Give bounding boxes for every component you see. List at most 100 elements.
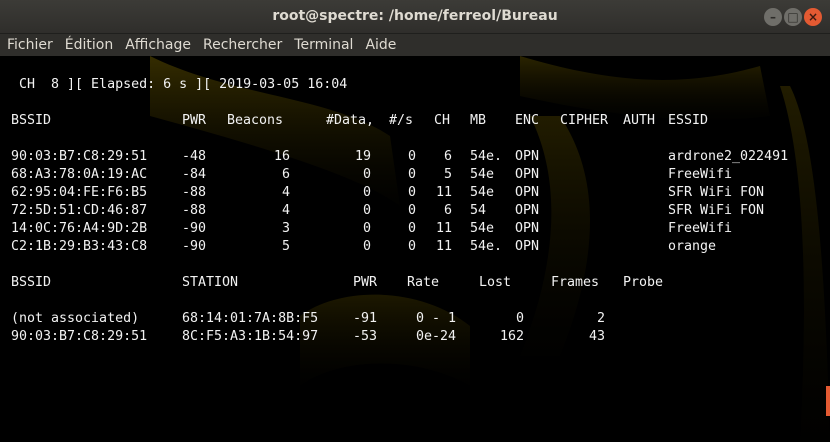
station-lost: 0 xyxy=(515,311,524,326)
title-bar[interactable]: root@spectre: /home/ferreol/Bureau – □ × xyxy=(0,0,830,34)
ap-ch: 5 xyxy=(443,167,452,182)
ap-per-s: 0 xyxy=(407,167,416,182)
ap-bssid: 72:5D:51:CD:46:87 xyxy=(11,203,148,218)
station-rate: 0e-24 xyxy=(416,329,457,344)
menu-aide[interactable]: Aide xyxy=(365,37,396,53)
terminal-window: root@spectre: /home/ferreol/Bureau – □ ×… xyxy=(0,0,830,442)
station-pwr: -91 xyxy=(353,311,378,326)
menu-terminal[interactable]: Terminal xyxy=(294,37,353,53)
ap-per-s: 0 xyxy=(407,221,416,236)
ap-pwr: -88 xyxy=(182,185,207,200)
ap-mb: 54 xyxy=(470,203,487,218)
station-header-bssid: BSSID xyxy=(11,275,52,290)
ap-per-s: 0 xyxy=(407,149,416,164)
ap-data: 0 xyxy=(362,167,371,182)
ap-header-essid: ESSID xyxy=(668,113,709,128)
ap-essid: SFR WiFi FON xyxy=(668,185,765,200)
close-button[interactable]: × xyxy=(804,8,822,26)
terminal-output[interactable]: CH 8 ][ Elapsed: 6 s ][ 2019-03-05 16:04… xyxy=(0,56,830,442)
ap-per-s: 0 xyxy=(407,203,416,218)
ap-per-s: 0 xyxy=(407,185,416,200)
station-bssid: 90:03:B7:C8:29:51 xyxy=(11,329,148,344)
station-pwr: -53 xyxy=(353,329,378,344)
ap-data: 19 xyxy=(354,149,371,164)
station-mac: 8C:F5:A3:1B:54:97 xyxy=(182,329,319,344)
ap-mb: 54e xyxy=(470,167,495,182)
menu-rechercher[interactable]: Rechercher xyxy=(203,37,282,53)
ap-header-per-s: #/s xyxy=(389,113,414,128)
ap-essid: FreeWifi xyxy=(668,167,733,182)
ap-ch: 11 xyxy=(435,185,452,200)
ap-mb: 54e xyxy=(470,221,495,236)
ap-essid: ardrone2_022491 xyxy=(668,149,789,164)
ap-ch: 11 xyxy=(435,239,452,254)
ap-header-pwr: PWR xyxy=(182,113,207,128)
menu-bar: Fichier Édition Affichage Rechercher Ter… xyxy=(0,34,830,56)
station-rate: 0 - 1 xyxy=(416,311,457,326)
minimize-button[interactable]: – xyxy=(764,8,782,26)
station-frames: 2 xyxy=(596,311,605,326)
ap-bssid: 68:A3:78:0A:19:AC xyxy=(11,167,148,182)
station-header-probe: Probe xyxy=(623,275,664,290)
ap-bssid: 62:95:04:FE:F6:B5 xyxy=(11,185,148,200)
maximize-button[interactable]: □ xyxy=(784,8,802,26)
ap-mb: 54e xyxy=(470,185,495,200)
ap-bssid: 90:03:B7:C8:29:51 xyxy=(11,149,148,164)
station-frames: 43 xyxy=(588,329,605,344)
ap-pwr: -90 xyxy=(182,239,207,254)
ap-pwr: -48 xyxy=(182,149,207,164)
ap-beacons: 3 xyxy=(281,221,290,236)
menu-fichier[interactable]: Fichier xyxy=(7,37,53,53)
ap-beacons: 5 xyxy=(281,239,290,254)
ap-ch: 11 xyxy=(435,221,452,236)
ap-header-auth: AUTH xyxy=(623,113,656,128)
station-mac: 68:14:01:7A:8B:F5 xyxy=(182,311,319,326)
ap-enc: OPN xyxy=(515,185,540,200)
station-header-station: STATION xyxy=(182,275,239,290)
ap-header-ch: CH xyxy=(434,113,451,128)
ap-enc: OPN xyxy=(515,221,540,236)
ap-pwr: -84 xyxy=(182,167,207,182)
ap-per-s: 0 xyxy=(407,239,416,254)
station-header-pwr: PWR xyxy=(353,275,378,290)
ap-ch: 6 xyxy=(443,149,452,164)
ap-essid: SFR WiFi FON xyxy=(668,203,765,218)
ap-pwr: -90 xyxy=(182,221,207,236)
ap-data: 0 xyxy=(362,185,371,200)
ap-data: 0 xyxy=(362,239,371,254)
menu-affichage[interactable]: Affichage xyxy=(125,37,191,53)
station-header-lost: Lost xyxy=(479,275,512,290)
ap-enc: OPN xyxy=(515,203,540,218)
station-header-rate: Rate xyxy=(407,275,440,290)
ap-header-data: #Data, xyxy=(326,113,375,128)
ap-bssid: 14:0C:76:A4:9D:2B xyxy=(11,221,148,236)
ap-enc: OPN xyxy=(515,149,540,164)
ap-data: 0 xyxy=(362,221,371,236)
scrollbar-marker[interactable] xyxy=(826,386,830,416)
ap-pwr: -88 xyxy=(182,203,207,218)
ap-header-cipher: CIPHER xyxy=(560,113,609,128)
ap-header-beacons: Beacons xyxy=(227,113,284,128)
ap-ch: 6 xyxy=(443,203,452,218)
ap-header-enc: ENC xyxy=(515,113,540,128)
menu-edition[interactable]: Édition xyxy=(65,37,113,53)
ap-beacons: 4 xyxy=(281,185,290,200)
ap-header-bssid: BSSID xyxy=(11,113,52,128)
ap-header-mb: MB xyxy=(470,113,487,128)
ap-essid: orange xyxy=(668,239,717,254)
ap-mb: 54e. xyxy=(470,149,503,164)
ap-beacons: 4 xyxy=(281,203,290,218)
ap-beacons: 16 xyxy=(273,149,290,164)
ap-enc: OPN xyxy=(515,239,540,254)
ap-data: 0 xyxy=(362,203,371,218)
station-bssid: (not associated) xyxy=(11,311,140,326)
ap-mb: 54e. xyxy=(470,239,503,254)
window-title: root@spectre: /home/ferreol/Bureau xyxy=(272,8,558,24)
ap-essid: FreeWifi xyxy=(668,221,733,236)
ap-bssid: C2:1B:29:B3:43:C8 xyxy=(11,239,148,254)
station-lost: 162 xyxy=(499,329,524,344)
station-header-frames: Frames xyxy=(551,275,600,290)
ap-beacons: 6 xyxy=(281,167,290,182)
ap-enc: OPN xyxy=(515,167,540,182)
status-line: CH 8 ][ Elapsed: 6 s ][ 2019-03-05 16:04 xyxy=(11,77,348,92)
